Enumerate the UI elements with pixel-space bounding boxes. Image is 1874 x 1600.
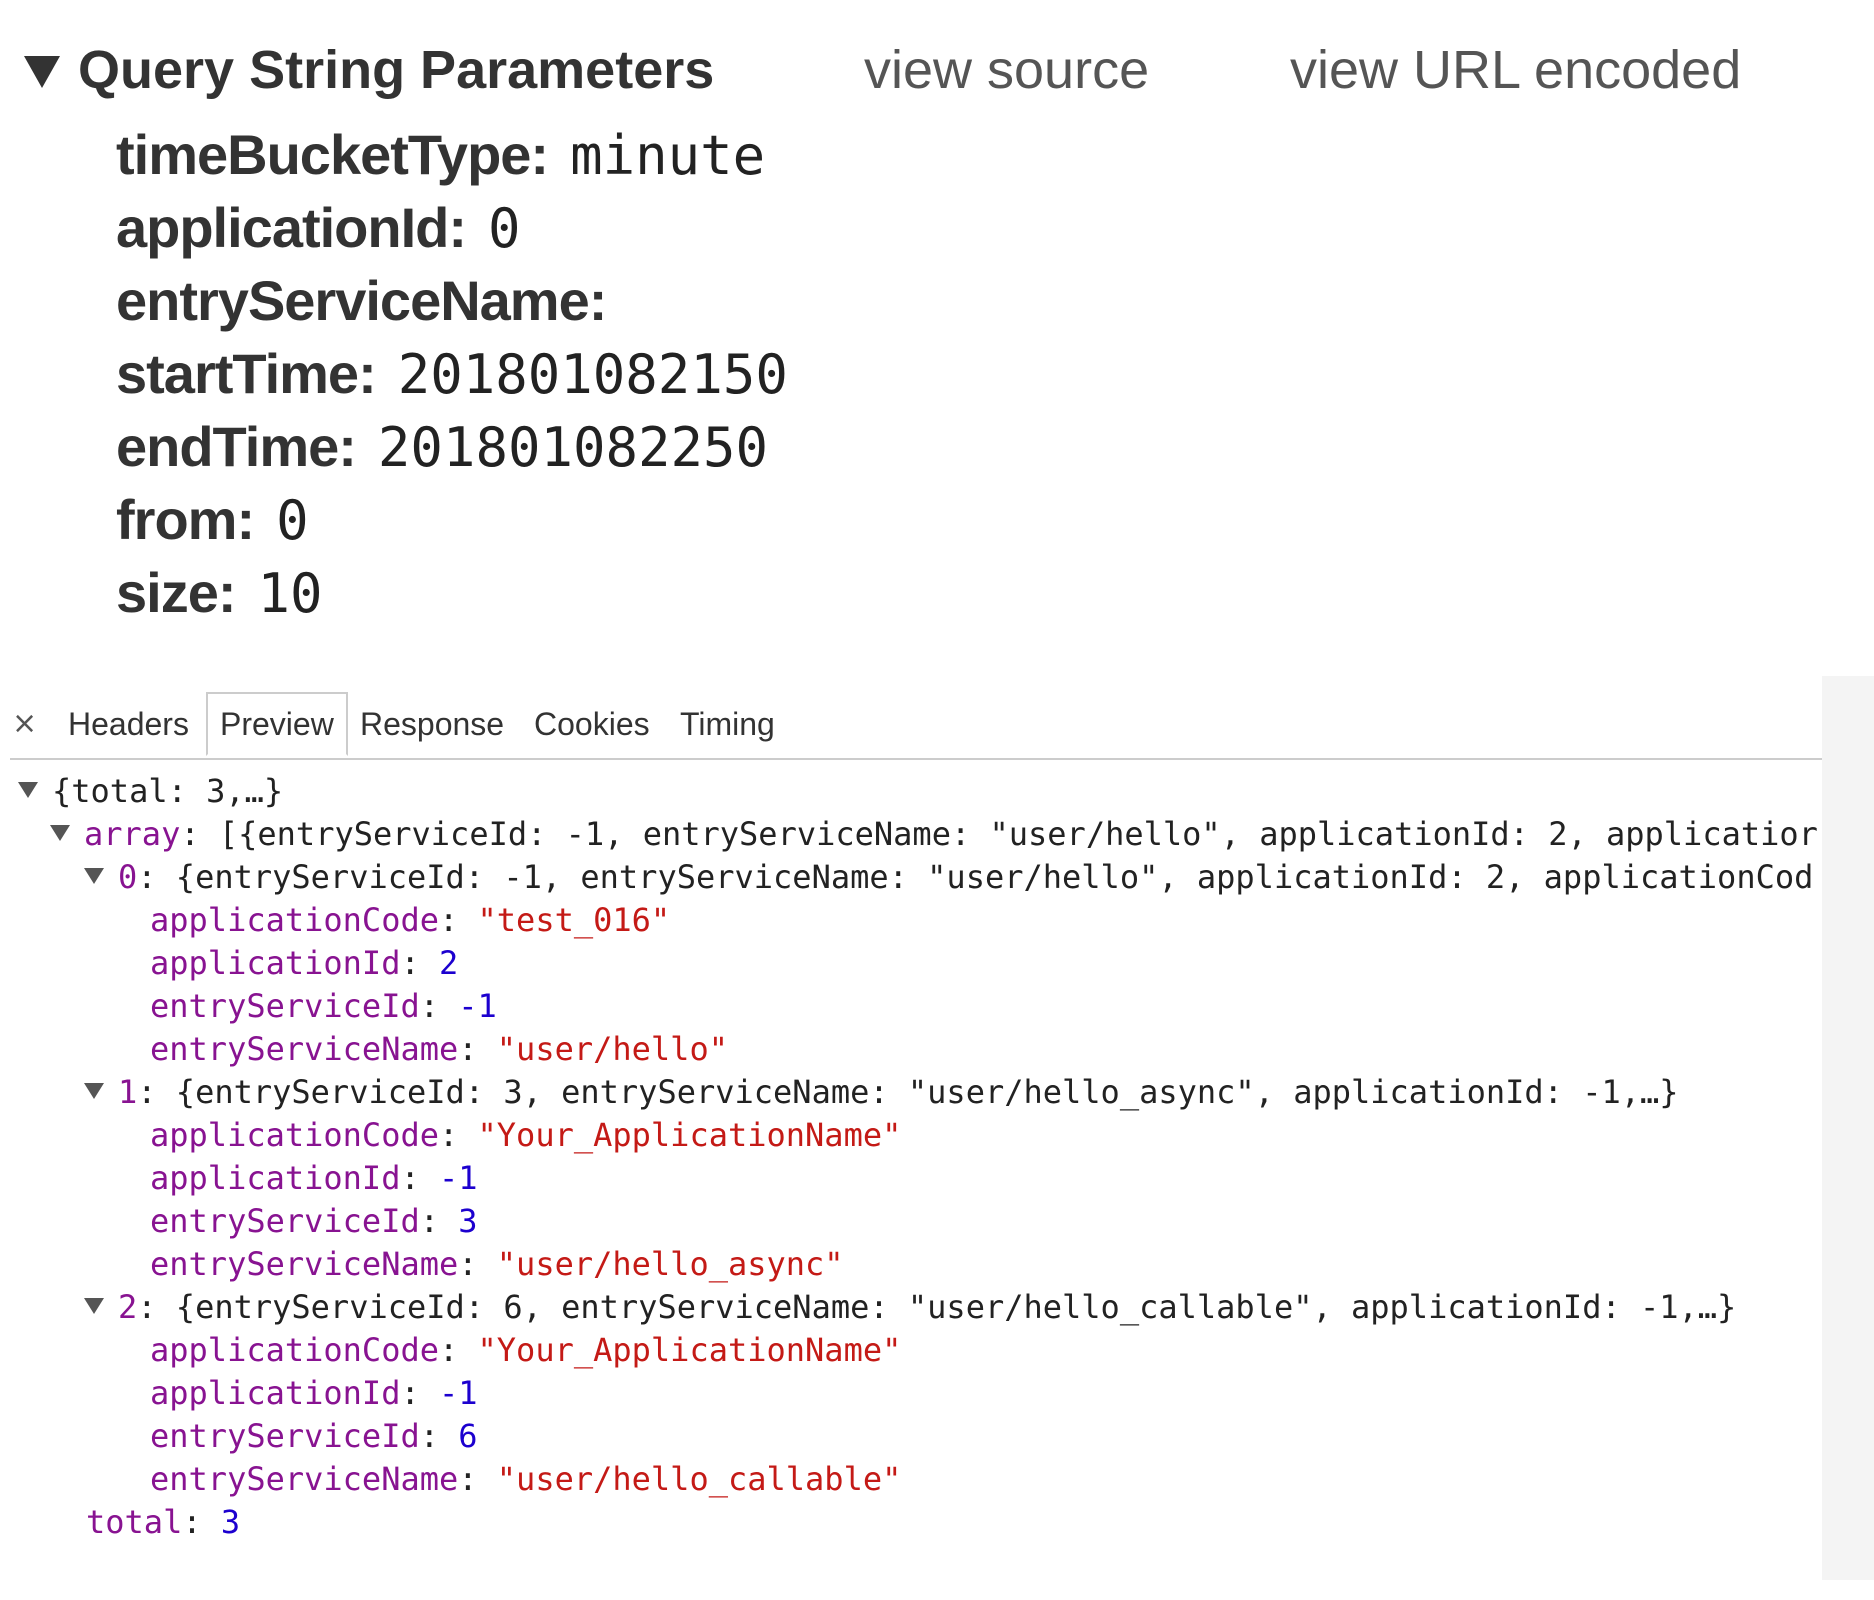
tree-node-item[interactable]: 1: {entryServiceId: 3, entryServiceName:… <box>18 1071 1822 1114</box>
tree-field-total: total: 3 <box>86 1503 241 1541</box>
tree-node-item[interactable]: 0: {entryServiceId: -1, entryServiceName… <box>18 856 1822 899</box>
field-value: "user/hello_async" <box>496 1245 844 1283</box>
total-key: total <box>86 1503 183 1541</box>
param-key: startTime: <box>116 342 377 405</box>
tree-field: entryServiceId: 6 <box>150 1417 478 1455</box>
param-row: from: 0 <box>116 483 788 556</box>
item-index: 2 <box>118 1288 138 1326</box>
item-summary: {entryServiceId: 6, entryServiceName: "u… <box>175 1288 1737 1326</box>
field-key: entryServiceId <box>150 1417 420 1455</box>
view-source-link[interactable]: view source <box>864 38 1149 102</box>
tab-preview[interactable]: Preview <box>206 692 348 756</box>
tree-field: applicationCode: "Your_ApplicationName" <box>150 1331 902 1369</box>
param-value: minute <box>570 124 766 187</box>
param-row: startTime: 201801082150 <box>116 337 788 410</box>
param-row: endTime: 201801082250 <box>116 410 788 483</box>
field-key: entryServiceName <box>150 1245 459 1283</box>
field-value: "Your_ApplicationName" <box>477 1331 902 1369</box>
param-value: 10 <box>257 562 323 625</box>
tree-node-array[interactable]: array: [{entryServiceId: -1, entryServic… <box>18 813 1822 856</box>
field-key: applicationCode <box>150 1331 439 1369</box>
array-key: array <box>84 815 181 853</box>
expand-caret-icon[interactable] <box>84 868 104 884</box>
tree-field: entryServiceName: "user/hello" <box>150 1030 728 1068</box>
param-value: 201801082250 <box>377 416 769 479</box>
tree-field: entryServiceId: -1 <box>150 987 497 1025</box>
network-detail-panel: × Headers Preview Response Cookies Timin… <box>0 676 1822 1580</box>
field-key: applicationId <box>150 944 401 982</box>
expand-caret-icon[interactable] <box>50 825 70 841</box>
field-value: "user/hello" <box>496 1030 728 1068</box>
field-value: 6 <box>458 1417 478 1455</box>
json-preview-tree: {total: 3,…} array: [{entryServiceId: -1… <box>18 770 1822 1544</box>
query-params-list: timeBucketType: minute applicationId: 0 en… <box>116 118 788 629</box>
field-key: entryServiceId <box>150 1202 420 1240</box>
param-key: applicationId: <box>116 196 467 259</box>
field-key: applicationCode <box>150 1116 439 1154</box>
param-row: entryServiceName: <box>116 264 788 337</box>
field-key: applicationId <box>150 1374 401 1412</box>
field-value: "user/hello_callable" <box>496 1460 902 1498</box>
param-key: endTime: <box>116 415 357 478</box>
tab-response[interactable]: Response <box>360 692 504 756</box>
tab-cookies[interactable]: Cookies <box>534 692 650 756</box>
tree-field: entryServiceName: "user/hello_callable" <box>150 1460 902 1498</box>
tree-field: entryServiceName: "user/hello_async" <box>150 1245 844 1283</box>
item-summary: {entryServiceId: 3, entryServiceName: "u… <box>175 1073 1679 1111</box>
param-row: size: 10 <box>116 556 788 629</box>
tree-field: applicationId: -1 <box>150 1374 478 1412</box>
close-icon[interactable]: × <box>12 704 37 744</box>
param-row: timeBucketType: minute <box>116 118 788 191</box>
field-value: 2 <box>438 944 459 982</box>
root-summary: {total: 3,…} <box>52 772 284 810</box>
param-value: 201801082150 <box>397 343 788 406</box>
total-value: 3 <box>220 1503 241 1541</box>
tab-timing[interactable]: Timing <box>680 692 775 756</box>
param-value: 0 <box>488 197 521 260</box>
tree-field: applicationId: -1 <box>150 1159 478 1197</box>
param-row: applicationId: 0 <box>116 191 788 264</box>
tab-bar: × Headers Preview Response Cookies Timin… <box>10 692 1822 760</box>
tree-node-item[interactable]: 2: {entryServiceId: 6, entryServiceName:… <box>18 1286 1822 1329</box>
expand-caret-icon[interactable] <box>84 1298 104 1314</box>
param-value: 0 <box>276 489 309 552</box>
expand-caret-icon[interactable] <box>18 782 38 798</box>
array-summary: [{entryServiceId: -1, entryServiceName: … <box>218 815 1818 853</box>
expand-caret-icon[interactable] <box>84 1083 104 1099</box>
field-key: entryServiceName <box>150 1030 459 1068</box>
tree-field: applicationId: 2 <box>150 944 459 982</box>
tree-field: entryServiceId: 3 <box>150 1202 478 1240</box>
item-summary: {entryServiceId: -1, entryServiceName: "… <box>175 858 1814 896</box>
item-index: 1 <box>118 1073 138 1111</box>
item-index: 0 <box>118 858 138 896</box>
panel-scroll-gutter <box>1822 676 1874 1580</box>
param-key: timeBucketType: <box>116 123 549 186</box>
field-key: entryServiceName <box>150 1460 459 1498</box>
view-url-encoded-link[interactable]: view URL encoded <box>1290 38 1741 102</box>
param-key: entryServiceName: <box>116 269 607 332</box>
param-key: size: <box>116 561 236 624</box>
field-value: "Your_ApplicationName" <box>477 1116 902 1154</box>
field-key: entryServiceId <box>150 987 420 1025</box>
field-value: -1 <box>438 1159 478 1197</box>
field-value: "test_016" <box>477 901 671 939</box>
param-key: from: <box>116 488 255 551</box>
section-title[interactable]: Query String Parameters <box>78 38 714 102</box>
tab-headers[interactable]: Headers <box>68 692 189 756</box>
field-value: -1 <box>458 987 497 1025</box>
tree-node-root[interactable]: {total: 3,…} <box>18 770 1822 813</box>
tree-field: applicationCode: "Your_ApplicationName" <box>150 1116 902 1154</box>
field-value: 3 <box>458 1202 478 1240</box>
tree-field: applicationCode: "test_016" <box>150 901 671 939</box>
field-key: applicationId <box>150 1159 401 1197</box>
field-key: applicationCode <box>150 901 439 939</box>
collapse-triangle-icon[interactable] <box>24 56 60 88</box>
field-value: -1 <box>438 1374 478 1412</box>
query-string-parameters-header[interactable]: Query String Parameters view source view… <box>24 30 1824 114</box>
